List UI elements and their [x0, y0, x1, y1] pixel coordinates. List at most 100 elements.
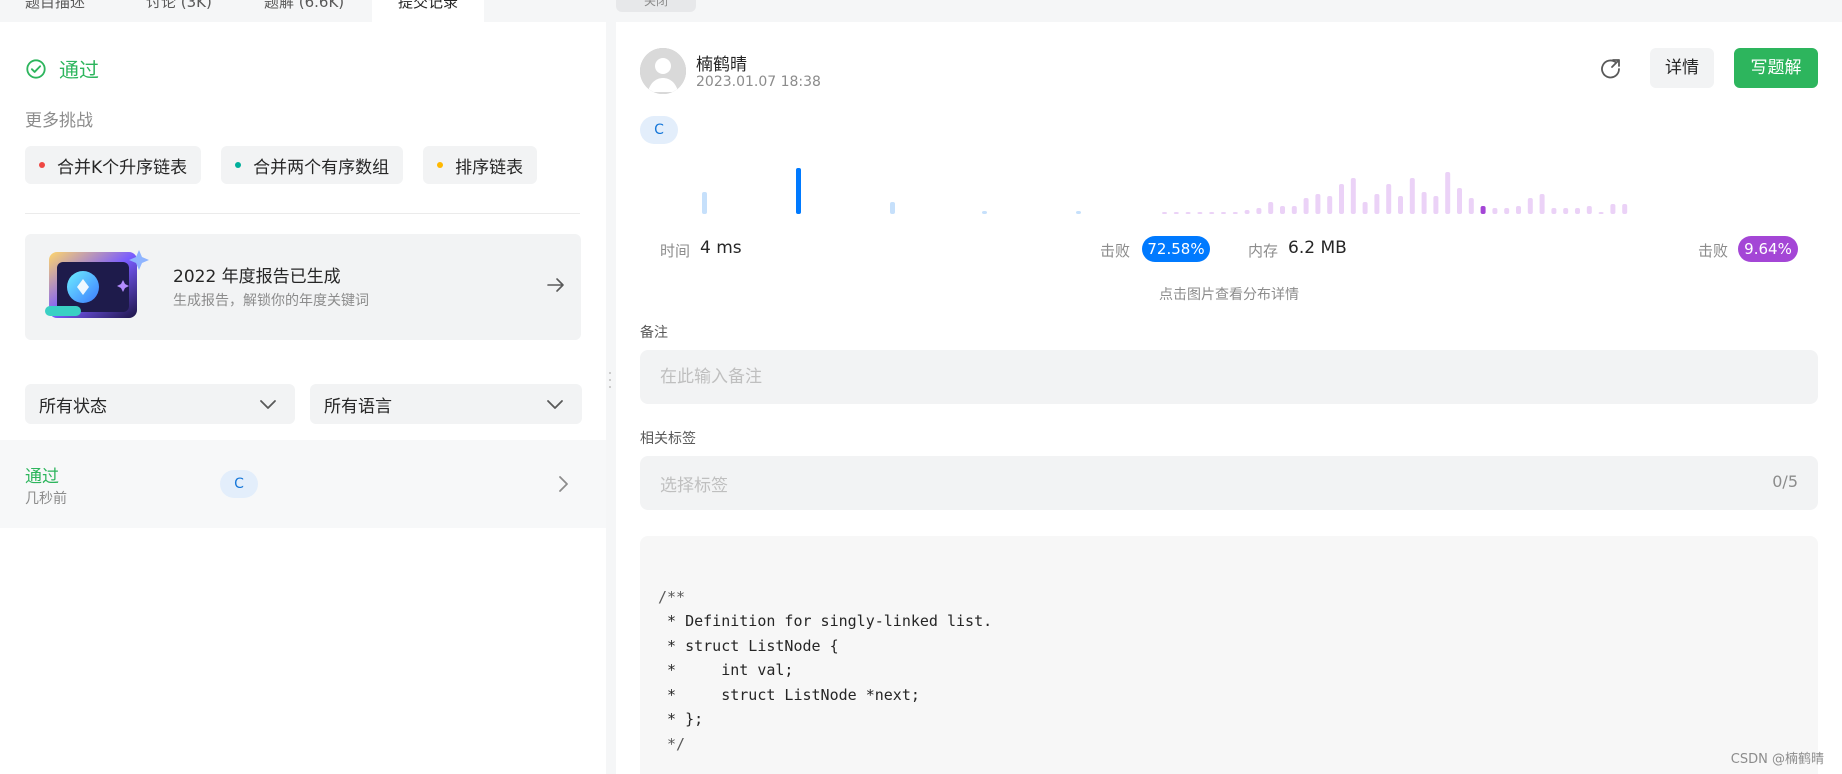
- submission-detail-panel: 楠鹤晴 2023.01.07 18:38 详情 写题解 C 时间 4 ms 击败…: [616, 22, 1842, 774]
- chevron-right-icon: [559, 476, 568, 492]
- memory-bar: [1374, 194, 1380, 214]
- submission-time: 几秒前: [25, 491, 67, 507]
- memory-bar: [1315, 194, 1321, 214]
- tab-solutions[interactable]: 题解 (6.6K): [264, 0, 344, 22]
- memory-bar: [1468, 198, 1474, 214]
- close-chip[interactable]: 关闭: [616, 0, 696, 12]
- memory-bar: [1162, 212, 1167, 214]
- memory-label: 内存: [1248, 242, 1279, 260]
- write-solution-button[interactable]: 写题解: [1734, 48, 1818, 88]
- memory-bar: [1563, 208, 1569, 214]
- user-name[interactable]: 楠鹤晴: [696, 50, 747, 75]
- runtime-beat-badge: 72.58%: [1142, 236, 1210, 262]
- memory-bar: [1280, 206, 1285, 214]
- status-filter-value: 所有状态: [39, 396, 107, 417]
- language-badge: C: [640, 116, 678, 144]
- memory-bar: [1232, 212, 1238, 214]
- problem-tabs: 题目描述 讨论 (3K) 题解 (6.6K) 提交记录: [0, 0, 606, 22]
- chevron-down-icon: [547, 400, 563, 409]
- submission-timestamp: 2023.01.07 18:38: [696, 74, 821, 90]
- memory-value: 6.2 MB: [1288, 238, 1347, 258]
- challenge-label: 合并两个有序数组: [253, 157, 390, 178]
- memory-bar: [1586, 206, 1592, 214]
- submission-status: 通过: [25, 467, 59, 487]
- runtime-bar: [1076, 211, 1081, 214]
- runtime-bar: [890, 202, 895, 214]
- divider: [25, 213, 580, 214]
- avatar[interactable]: [640, 48, 686, 94]
- memory-bar: [1185, 212, 1191, 214]
- memory-bar: [1480, 206, 1486, 214]
- code-line: * struct ListNode *next;: [658, 685, 920, 704]
- language-filter-value: 所有语言: [324, 396, 392, 417]
- user-avatar-icon: [640, 48, 686, 94]
- runtime-label: 时间: [660, 242, 691, 260]
- memory-bar: [1386, 184, 1392, 214]
- memory-bar: [1457, 188, 1462, 214]
- memory-bar: [1268, 202, 1274, 214]
- difficulty-dot: [235, 162, 242, 168]
- share-icon[interactable]: [1596, 54, 1626, 84]
- more-challenges-label: 更多挑战: [25, 111, 93, 131]
- memory-bar: [1197, 212, 1203, 214]
- tab-description[interactable]: 题目描述: [25, 0, 85, 22]
- memory-bar: [1339, 184, 1344, 214]
- memory-bar: [1527, 198, 1533, 214]
- annual-report-banner[interactable]: 2022 年度报告已生成 生成报告，解锁你的年度关键词: [25, 234, 581, 340]
- status-text: 通过: [59, 58, 99, 82]
- memory-bar: [1551, 208, 1557, 214]
- memory-bar: [1362, 202, 1368, 214]
- challenge-chip[interactable]: 合并两个有序数组: [221, 146, 404, 184]
- code-line: /**: [658, 587, 686, 606]
- tab-submissions[interactable]: 提交记录: [372, 0, 485, 22]
- memory-bar: [1173, 212, 1179, 214]
- detail-button[interactable]: 详情: [1650, 48, 1714, 88]
- left-panel: 通过 更多挑战 合并K个升序链表 合并两个有序数组 排序链表 2022 年度报告…: [0, 22, 606, 774]
- challenge-chip[interactable]: 排序链表: [423, 146, 538, 184]
- challenge-chip[interactable]: 合并K个升序链表: [25, 146, 202, 184]
- watermark: CSDN @楠鹤晴: [1730, 752, 1824, 767]
- chart-hint: 点击图片查看分布详情: [1159, 287, 1299, 303]
- memory-bar: [1598, 212, 1604, 214]
- result-status: 通过: [25, 54, 99, 83]
- resize-handle[interactable]: [608, 370, 612, 390]
- code-line: * int val;: [658, 661, 794, 679]
- runtime-bar: [796, 168, 801, 214]
- memory-bar: [1221, 212, 1226, 214]
- memory-bar: [1504, 208, 1510, 214]
- memory-bar: [1303, 198, 1309, 214]
- status-filter-select[interactable]: 所有状态: [25, 384, 295, 424]
- memory-bar: [1291, 206, 1297, 214]
- challenge-list: 合并K个升序链表 合并两个有序数组 排序链表: [25, 146, 538, 184]
- memory-bar: [1409, 178, 1415, 214]
- runtime-bar: [982, 211, 987, 214]
- memory-bar: [1327, 196, 1333, 214]
- distribution-chart[interactable]: [640, 150, 1820, 230]
- memory-bar: [1492, 208, 1498, 214]
- language-badge: C: [220, 470, 258, 498]
- submission-row[interactable]: 通过 几秒前 C: [0, 440, 606, 528]
- memory-bar: [1256, 208, 1262, 214]
- memory-bar: [1244, 210, 1250, 214]
- memory-bar: [1421, 192, 1427, 214]
- memory-bar: [1516, 206, 1521, 214]
- tag-count: 0/5: [1772, 472, 1798, 491]
- memory-bar: [1433, 196, 1439, 214]
- code-line: * Definition for singly-linked list.: [658, 612, 993, 630]
- tags-select[interactable]: 选择标签 0/5: [640, 456, 1818, 510]
- chevron-down-icon: [260, 400, 276, 409]
- annual-report-illustration: [45, 250, 149, 318]
- memory-beat-badge: 9.64%: [1738, 236, 1798, 262]
- arrow-right-icon: [547, 278, 564, 292]
- code-line: * };: [658, 710, 704, 728]
- memory-bar: [1539, 194, 1545, 214]
- memory-bar: [1445, 172, 1451, 214]
- tab-discussion[interactable]: 讨论 (3K): [146, 0, 212, 22]
- note-input[interactable]: [640, 350, 1818, 404]
- language-filter-select[interactable]: 所有语言: [310, 384, 582, 424]
- code-block[interactable]: /** * Definition for singly-linked list.…: [640, 536, 1818, 774]
- tags-placeholder: 选择标签: [660, 475, 728, 496]
- code-line: */: [658, 734, 686, 753]
- difficulty-dot: [39, 162, 45, 168]
- banner-title: 2022 年度报告已生成: [173, 267, 341, 287]
